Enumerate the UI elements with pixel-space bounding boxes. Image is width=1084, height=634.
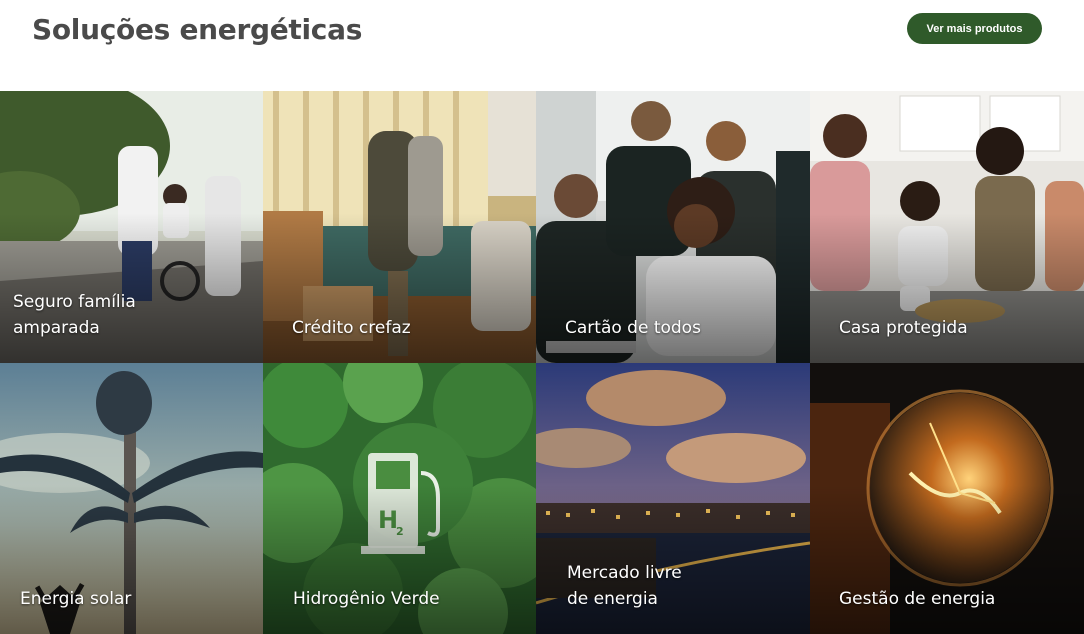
tile-label: Seguro família amparada bbox=[13, 292, 136, 338]
solutions-grid: Seguro família amparada Crédito crefaz C… bbox=[0, 91, 1084, 634]
tile-credito-crefaz[interactable]: Crédito crefaz bbox=[263, 91, 536, 363]
tile-label: Gestão de energia bbox=[839, 589, 996, 609]
tile-energia-solar[interactable]: Energia solar bbox=[0, 363, 263, 634]
tile-label: Energia solar bbox=[20, 589, 132, 609]
tile-cartao-de-todos[interactable]: Cartão de todos bbox=[536, 91, 810, 363]
tile-seguro-familia[interactable]: Seguro família amparada bbox=[0, 91, 263, 363]
tile-hidrogenio-verde[interactable]: H 2 Hidrogênio Verde bbox=[263, 363, 536, 634]
tile-gestao-de-energia[interactable]: Gestão de energia bbox=[810, 363, 1084, 634]
section-title: Soluções energéticas bbox=[32, 13, 363, 46]
tile-label: Casa protegida bbox=[839, 318, 968, 338]
tile-label: Hidrogênio Verde bbox=[293, 589, 440, 609]
tile-mercado-livre-de-energia[interactable]: Mercado livre de energia bbox=[536, 363, 810, 634]
see-more-products-button[interactable]: Ver mais produtos bbox=[907, 13, 1042, 44]
tile-label: Crédito crefaz bbox=[292, 318, 411, 338]
section-header: Soluções energéticas Ver mais produtos bbox=[0, 0, 1084, 90]
tile-label: Mercado livre de energia bbox=[567, 563, 682, 609]
tile-casa-protegida[interactable]: Casa protegida bbox=[810, 91, 1084, 363]
tile-label: Cartão de todos bbox=[565, 318, 701, 338]
